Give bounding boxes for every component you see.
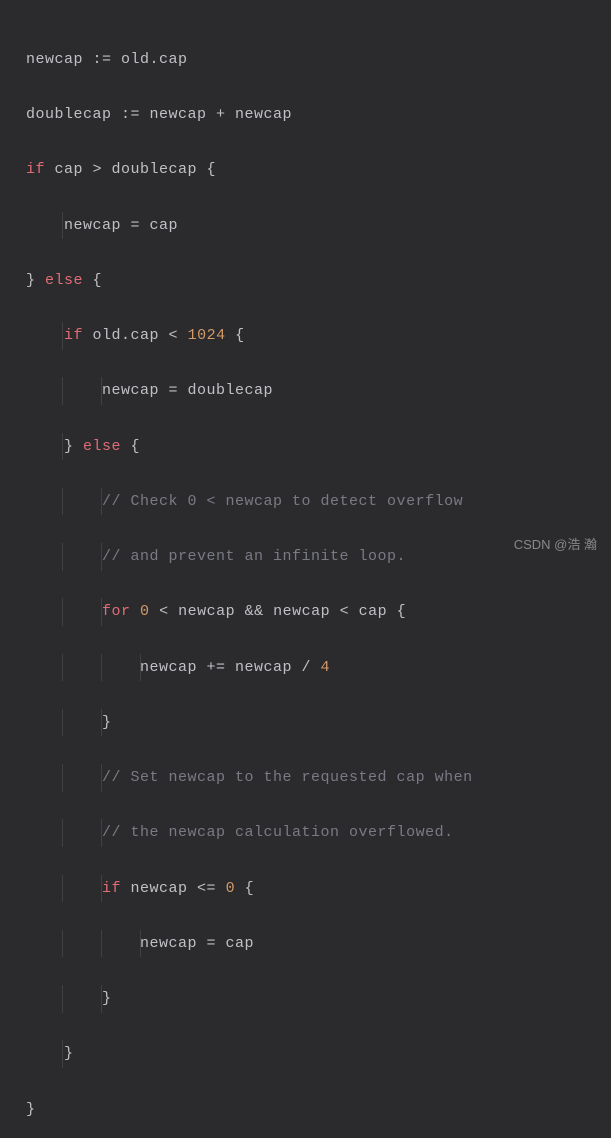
code-text [26,548,102,565]
code-line: newcap += newcap / 4 [26,654,585,682]
number-literal: 1024 [188,327,226,344]
code-line: if old.cap < 1024 { [26,322,585,350]
code-line: } [26,709,585,737]
comment: // Set newcap to the requested cap when [102,769,473,786]
code-text [26,493,102,510]
code-line: // the newcap calculation overflowed. [26,819,585,847]
code-line: newcap = doublecap [26,377,585,405]
code-text: old.cap < [83,327,188,344]
code-text: { [235,880,254,897]
code-text: newcap := old.cap [26,51,188,68]
code-text: } [26,990,112,1007]
code-line: for 0 < newcap && newcap < cap { [26,598,585,626]
code-line: // Set newcap to the requested cap when [26,764,585,792]
code-text: < newcap && newcap < cap { [150,603,407,620]
comment: // and prevent an infinite loop. [102,548,406,565]
comment: // Check 0 < newcap to detect overflow [102,493,463,510]
code-text: { [83,272,102,289]
code-text [26,327,64,344]
code-text: newcap += newcap / [26,659,321,676]
comment: // the newcap calculation overflowed. [102,824,454,841]
code-text: } [26,1045,74,1062]
code-line: if newcap <= 0 { [26,875,585,903]
keyword-else: else [83,438,121,455]
keyword-if: if [64,327,83,344]
code-text: newcap <= [121,880,226,897]
keyword-if: if [26,161,45,178]
code-text [26,769,102,786]
watermark: CSDN @浩 瀚 [514,533,597,557]
code-line: // and prevent an infinite loop. [26,543,585,571]
code-line: if cap > doublecap { [26,156,585,184]
code-line: newcap = cap [26,212,585,240]
code-line: doublecap := newcap + newcap [26,101,585,129]
code-line: } else { [26,267,585,295]
number-literal: 4 [321,659,331,676]
keyword-else: else [45,272,83,289]
code-text [26,880,102,897]
code-line: } [26,1096,585,1124]
keyword-if: if [102,880,121,897]
code-line: newcap := old.cap [26,46,585,74]
code-text: { [226,327,245,344]
code-text [131,603,141,620]
code-block: newcap := old.cap doublecap := newcap + … [26,18,585,1138]
code-text: { [121,438,140,455]
code-text [26,824,102,841]
code-text [26,603,102,620]
code-line: } [26,985,585,1013]
code-text: } [26,1101,36,1118]
keyword-for: for [102,603,131,620]
number-literal: 0 [226,880,236,897]
code-text: cap > doublecap { [45,161,216,178]
code-line: } else { [26,433,585,461]
code-line: } [26,1040,585,1068]
code-text: newcap = doublecap [26,382,273,399]
code-text: } [26,438,83,455]
number-literal: 0 [140,603,150,620]
code-text: newcap = cap [26,217,178,234]
code-text: } [26,714,112,731]
code-text: } [26,272,45,289]
code-text: doublecap := newcap + newcap [26,106,292,123]
code-line: // Check 0 < newcap to detect overflow [26,488,585,516]
code-line: newcap = cap [26,930,585,958]
